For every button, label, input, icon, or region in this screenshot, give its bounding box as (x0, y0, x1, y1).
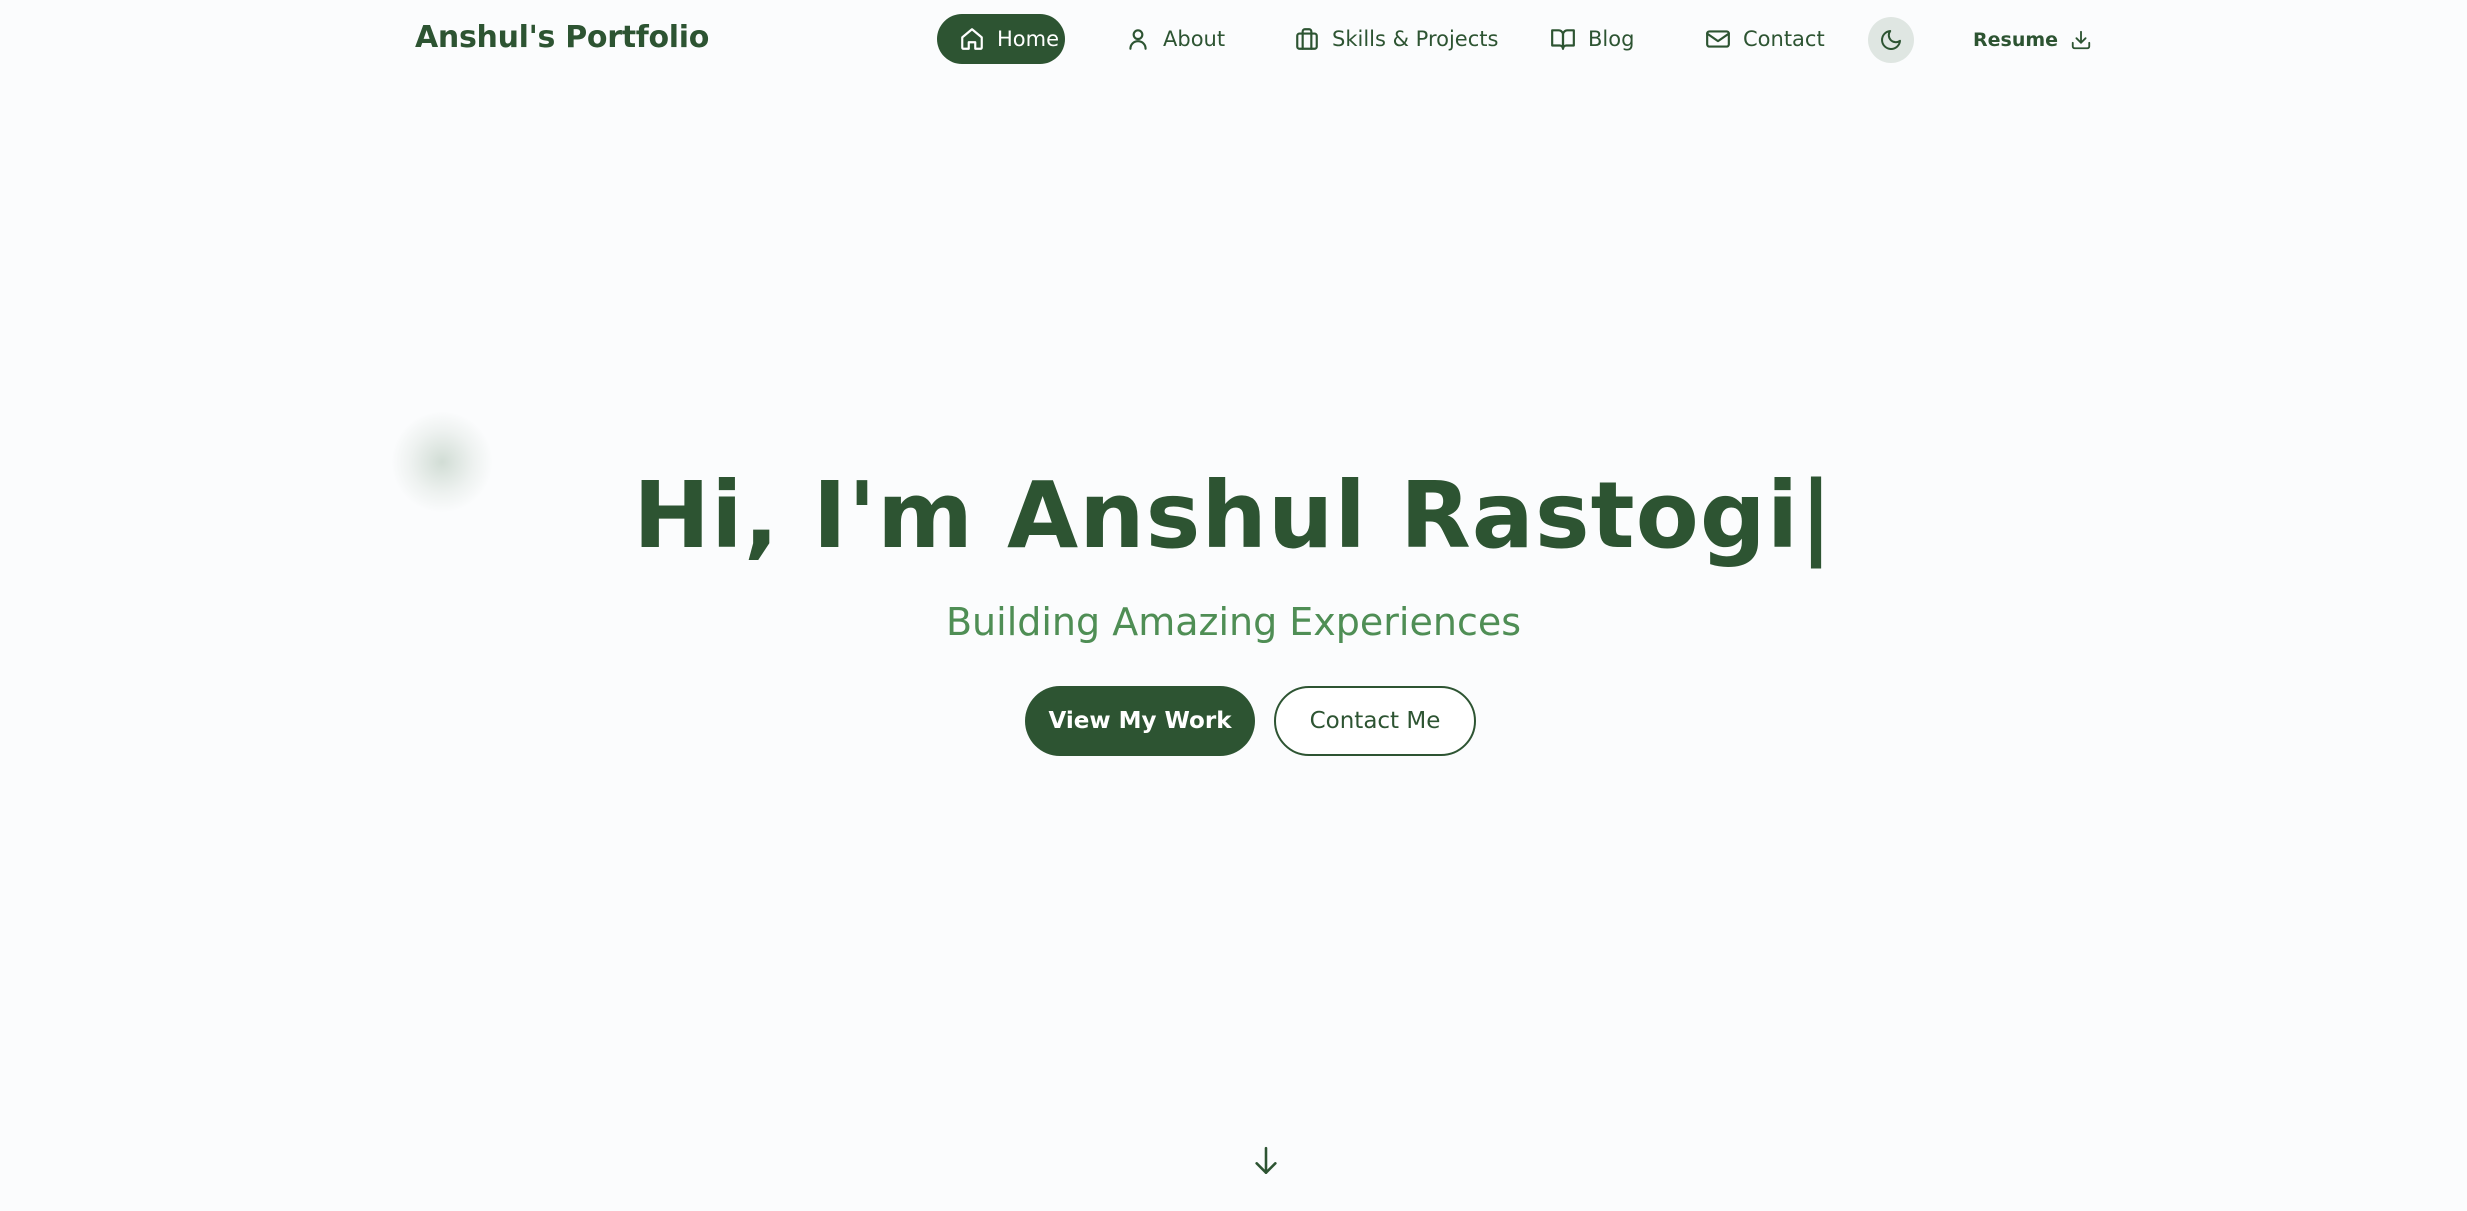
top-navbar: Anshul's Portfolio Home About Skills & P… (0, 0, 2467, 80)
contact-me-button[interactable]: Contact Me (1274, 686, 1476, 756)
brand-logo[interactable]: Anshul's Portfolio (415, 20, 709, 55)
theme-toggle-button[interactable] (1868, 17, 1914, 63)
portfolio-page: Anshul's Portfolio Home About Skills & P… (0, 0, 2467, 1211)
nav-item-skills-projects[interactable]: Skills & Projects (1294, 14, 1498, 64)
hero-subtitle: Building Amazing Experiences (945, 600, 1522, 644)
view-my-work-button[interactable]: View My Work (1025, 686, 1255, 756)
resume-label: Resume (1973, 29, 2059, 51)
home-icon (961, 28, 983, 50)
moon-icon (1881, 30, 1901, 50)
user-icon (1129, 29, 1147, 50)
book-icon (1551, 29, 1575, 50)
nav-item-home[interactable]: Home (937, 14, 1065, 64)
nav-item-label: Skills & Projects (1332, 27, 1499, 51)
briefcase-icon (1296, 28, 1318, 50)
nav-item-label: About (1163, 27, 1226, 51)
download-icon (2071, 30, 2091, 50)
nav-item-label: Contact (1743, 27, 1825, 51)
mail-icon (1706, 30, 1730, 48)
nav-item-label: Blog (1588, 27, 1635, 51)
resume-download-button[interactable]: Resume (1973, 24, 2092, 56)
nav-item-label: Home (997, 27, 1060, 51)
nav-item-about[interactable]: About (1125, 14, 1225, 64)
arrow-down-icon[interactable] (1252, 1144, 1280, 1178)
nav-item-blog[interactable]: Blog (1550, 14, 1634, 64)
nav-item-contact[interactable]: Contact (1705, 14, 1825, 64)
hero-title: Hi, I'm Anshul Rastogi| (633, 462, 1834, 569)
